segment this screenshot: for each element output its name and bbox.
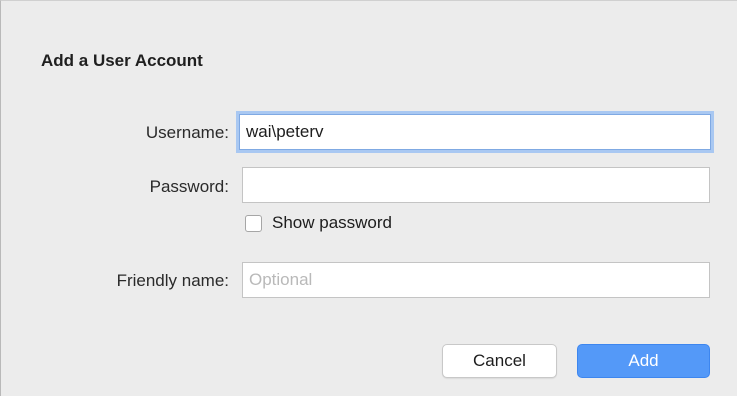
cancel-button[interactable]: Cancel	[442, 344, 557, 378]
friendly-name-input[interactable]	[242, 262, 710, 298]
add-user-account-dialog: Add a User Account Username: Password: S…	[0, 0, 737, 396]
password-input[interactable]	[242, 167, 710, 203]
show-password-checkbox[interactable]	[245, 214, 262, 232]
dialog-title: Add a User Account	[41, 51, 203, 70]
username-input[interactable]	[239, 114, 711, 150]
show-password-row[interactable]: Show password	[245, 213, 392, 233]
username-label: Username:	[145, 123, 229, 142]
show-password-label[interactable]: Show password	[272, 213, 392, 233]
password-label: Password:	[149, 177, 229, 196]
add-button[interactable]: Add	[577, 344, 710, 378]
friendly-name-label: Friendly name:	[116, 271, 229, 290]
